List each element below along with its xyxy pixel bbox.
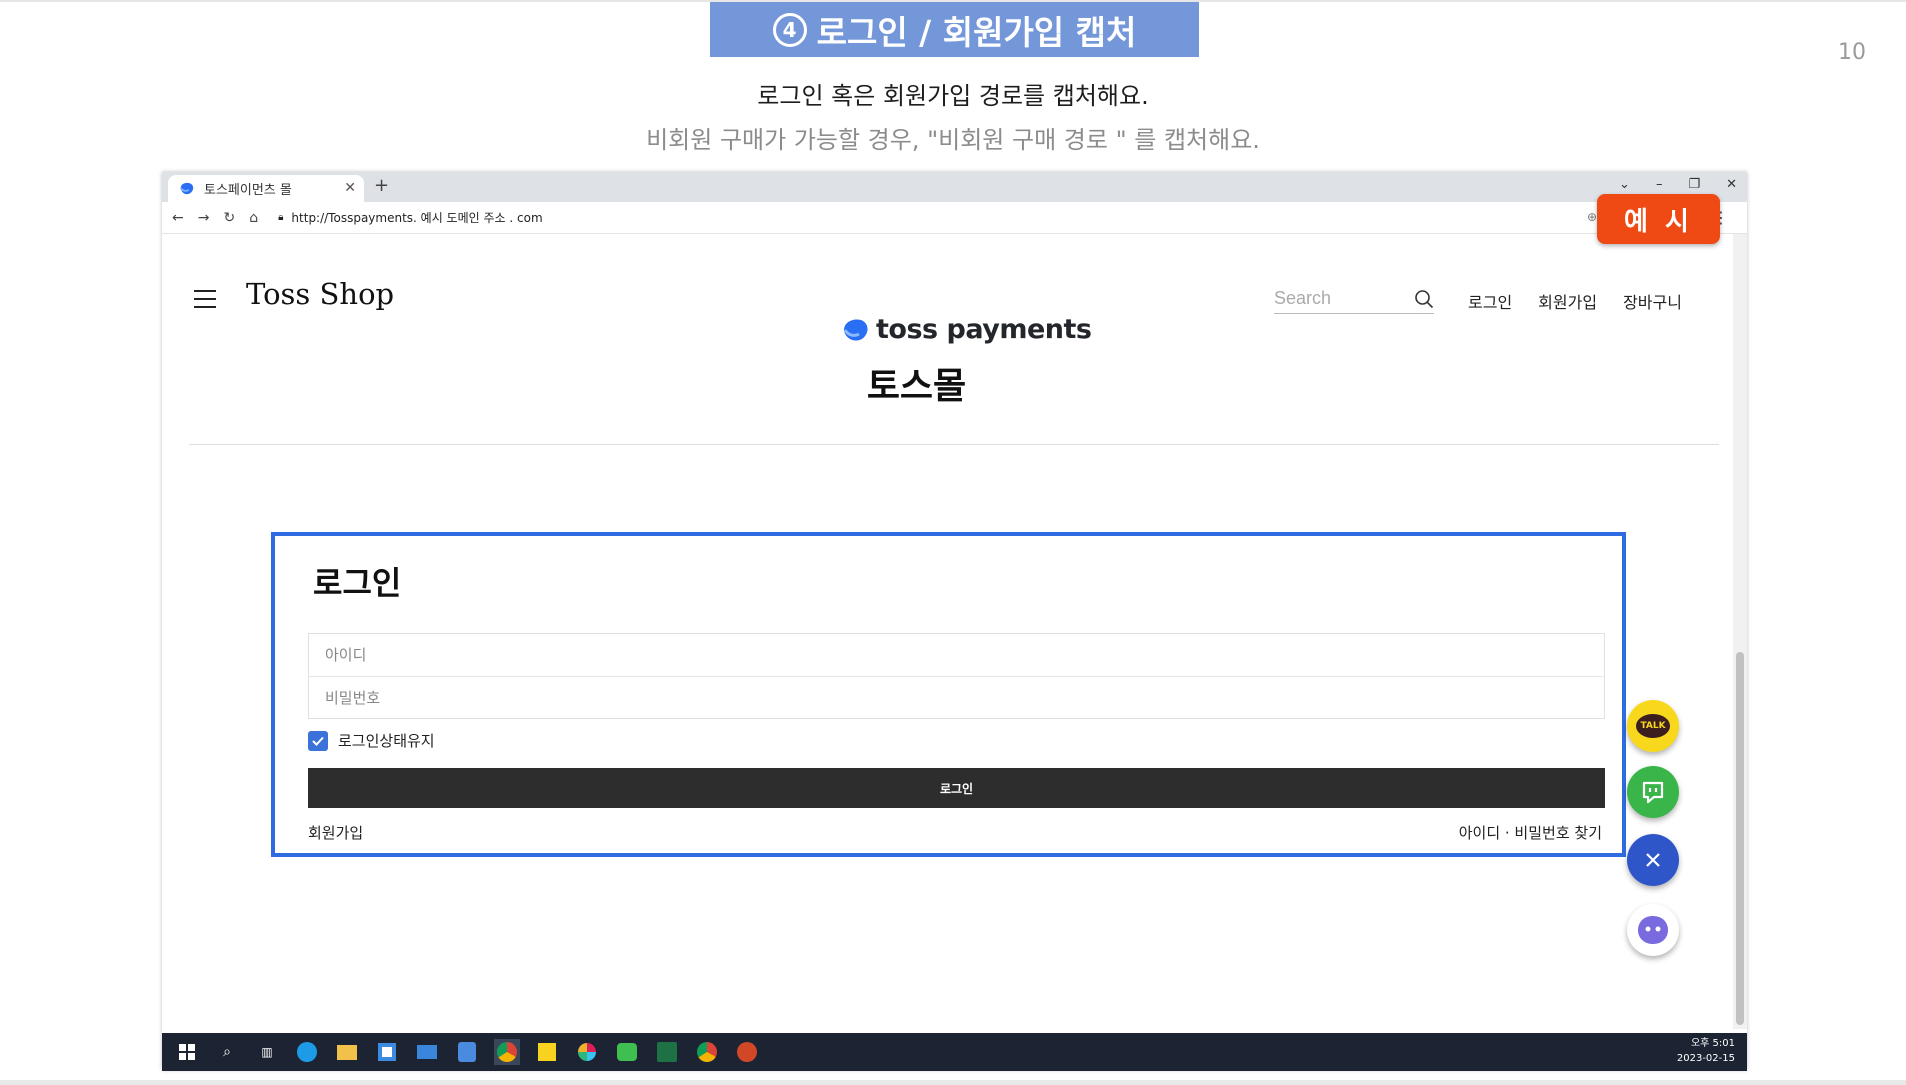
login-title: 로그인 bbox=[313, 564, 402, 602]
brand-logo[interactable]: toss payments bbox=[842, 314, 1092, 345]
minimize-icon[interactable]: – bbox=[1656, 177, 1663, 192]
hamburger-menu-icon[interactable] bbox=[194, 290, 216, 308]
top-nav: 로그인 회원가입 장바구니 bbox=[1468, 289, 1682, 313]
clock-date: 2023-02-15 bbox=[1676, 1053, 1735, 1064]
taskbar-clock[interactable]: 오후 5:01 2023-02-15 bbox=[1677, 1036, 1735, 1066]
header-divider bbox=[189, 444, 1719, 445]
reload-icon[interactable]: ↻ bbox=[223, 210, 235, 226]
edge-icon[interactable] bbox=[294, 1039, 320, 1065]
home-icon[interactable]: ⌂ bbox=[249, 210, 258, 226]
powerpoint-icon[interactable] bbox=[734, 1039, 760, 1065]
signup-link[interactable]: 회원가입 bbox=[308, 822, 363, 843]
clock-time: 오후 5:01 bbox=[1690, 1038, 1735, 1049]
task-view-icon[interactable]: ▥ bbox=[254, 1039, 280, 1065]
chrome-icon[interactable] bbox=[494, 1039, 520, 1065]
id-field-row bbox=[309, 634, 1604, 676]
kakao-talk-button[interactable]: TALK bbox=[1627, 700, 1679, 752]
password-input[interactable] bbox=[325, 688, 1604, 707]
app-icon[interactable] bbox=[454, 1039, 480, 1065]
subtitle-note: 비회원 구매가 가능할 경우, "비회원 구매 경로 " 를 캡처해요. bbox=[646, 126, 1260, 154]
keep-logged-in[interactable]: 로그인상태유지 bbox=[308, 730, 435, 751]
taskbar-search-icon[interactable]: ⌕ bbox=[214, 1039, 240, 1065]
search-icon[interactable] bbox=[1414, 289, 1434, 309]
tab-close-icon[interactable]: ✕ bbox=[344, 180, 356, 196]
shop-name[interactable]: Toss Shop bbox=[246, 277, 394, 311]
close-icon bbox=[1646, 853, 1660, 867]
talk-bubble-icon: TALK bbox=[1636, 714, 1670, 738]
messenger-icon[interactable] bbox=[614, 1039, 640, 1065]
toss-favicon-icon bbox=[179, 182, 194, 194]
browser-toolbar: ← → ↻ ⌂ 🔒︎ http://Tosspayments. 예시 도메인 주… bbox=[162, 202, 1747, 234]
browser-tab-title: 토스페이먼츠 몰 bbox=[204, 183, 292, 198]
chatbot-button[interactable] bbox=[1627, 904, 1679, 956]
sticky-notes-icon[interactable] bbox=[534, 1039, 560, 1065]
file-explorer-icon[interactable] bbox=[334, 1039, 360, 1065]
forward-arrow-icon[interactable]: → bbox=[198, 210, 210, 226]
close-floating-button[interactable] bbox=[1627, 834, 1679, 886]
bottom-divider bbox=[0, 1080, 1906, 1085]
step-number-badge: 4 bbox=[772, 12, 807, 47]
nav-cart-link[interactable]: 장바구니 bbox=[1623, 289, 1682, 313]
page-number: 10 bbox=[1838, 40, 1866, 65]
login-button[interactable]: 로그인 bbox=[308, 768, 1605, 808]
excel-icon[interactable] bbox=[654, 1039, 680, 1065]
chat-bubble-icon bbox=[1642, 781, 1664, 804]
keep-logged-in-label: 로그인상태유지 bbox=[338, 732, 435, 750]
checkmark-icon bbox=[312, 736, 324, 746]
restore-icon[interactable]: ❐ bbox=[1688, 177, 1700, 192]
slide-title-banner: 4 로그인 / 회원가입 캡처 bbox=[710, 2, 1199, 57]
subtitle-main: 로그인 혹은 회원가입 경로를 캡처해요. bbox=[757, 82, 1149, 110]
address-bar-url: http://Tosspayments. 예시 도메인 주소 . com bbox=[291, 211, 543, 225]
login-form-highlight: 로그인 로그인상태유지 로그인 회원가입 아이디 · 비밀번호 찾기 bbox=[271, 532, 1626, 857]
example-badge: 예 시 bbox=[1597, 194, 1720, 244]
window-close-icon[interactable]: ✕ bbox=[1726, 177, 1737, 192]
nav-signup-link[interactable]: 회원가입 bbox=[1538, 289, 1597, 313]
find-account-link[interactable]: 아이디 · 비밀번호 찾기 bbox=[1459, 822, 1602, 843]
nav-login-link[interactable]: 로그인 bbox=[1468, 289, 1512, 313]
window-controls: ⌄ – ❐ ✕ bbox=[1619, 177, 1737, 192]
chrome-2-icon[interactable] bbox=[694, 1039, 720, 1065]
password-field-row bbox=[309, 676, 1604, 718]
address-bar[interactable]: 🔒︎ http://Tosspayments. 예시 도메인 주소 . com bbox=[278, 209, 543, 226]
brand-name: toss payments bbox=[876, 314, 1092, 345]
id-input[interactable] bbox=[325, 646, 1604, 664]
back-arrow-icon[interactable]: ← bbox=[172, 210, 184, 226]
search-box bbox=[1274, 284, 1434, 314]
browser-tab[interactable]: 토스페이먼츠 몰 ✕ bbox=[168, 175, 364, 202]
login-fields bbox=[308, 633, 1605, 719]
search-input[interactable] bbox=[1274, 288, 1394, 309]
page-scrollbar[interactable] bbox=[1733, 234, 1747, 1029]
chat-button[interactable] bbox=[1627, 766, 1679, 818]
zoom-icon[interactable]: ⊕ bbox=[1587, 210, 1597, 224]
keep-logged-in-checkbox[interactable] bbox=[308, 730, 328, 751]
tab-search-icon[interactable]: ⌄ bbox=[1619, 177, 1630, 192]
mail-icon[interactable] bbox=[414, 1039, 440, 1065]
slide: 4 로그인 / 회원가입 캡처 10 로그인 혹은 회원가입 경로를 캡처해요.… bbox=[0, 0, 1906, 1085]
talk-label: TALK bbox=[1640, 721, 1666, 731]
toss-logo-icon bbox=[843, 318, 868, 341]
windows-taskbar: ⌕ ▥ 오후 5:01 2023-02-15 bbox=[162, 1033, 1747, 1071]
store-icon[interactable] bbox=[374, 1039, 400, 1065]
lock-icon: 🔒︎ bbox=[278, 212, 284, 223]
windows-start-icon[interactable] bbox=[174, 1039, 200, 1065]
scrollbar-thumb[interactable] bbox=[1736, 652, 1744, 1025]
slack-icon[interactable] bbox=[574, 1039, 600, 1065]
mall-title: 토스몰 bbox=[866, 366, 967, 407]
chatbot-face-icon bbox=[1638, 916, 1668, 944]
slide-title: 로그인 / 회원가입 캡처 bbox=[816, 12, 1137, 52]
new-tab-button[interactable]: + bbox=[374, 175, 389, 196]
browser-tab-bar: 토스페이먼츠 몰 ✕ + ⌄ – ❐ ✕ bbox=[162, 172, 1747, 202]
